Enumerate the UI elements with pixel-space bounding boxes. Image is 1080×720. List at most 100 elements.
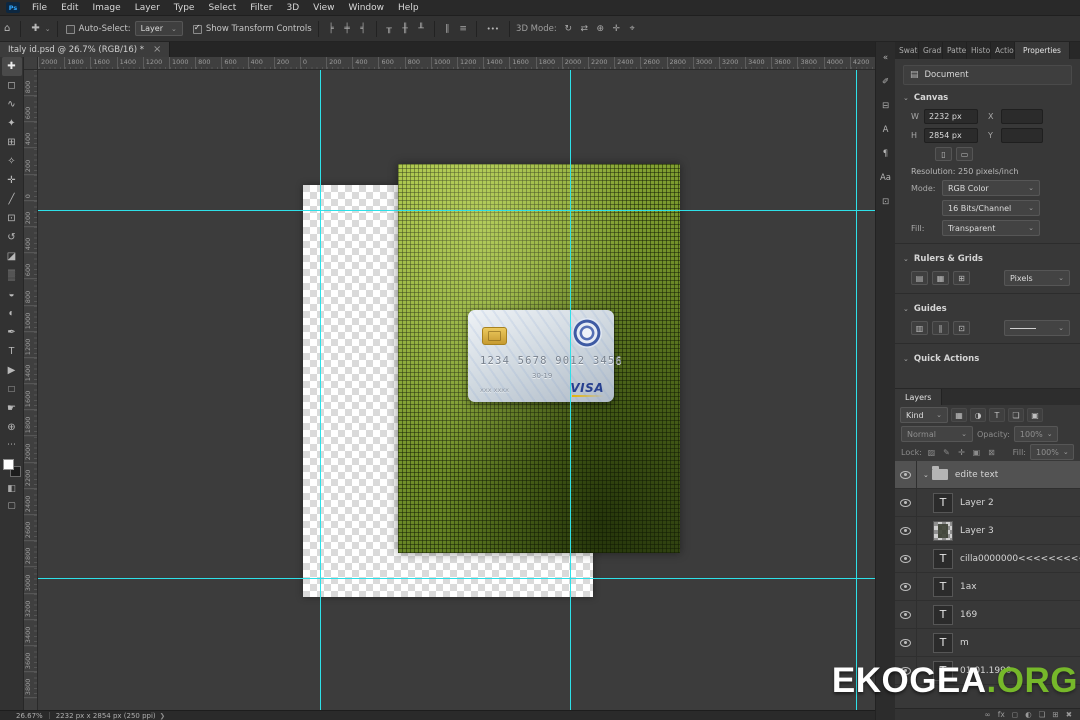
align-icon[interactable]: ╪ xyxy=(341,24,354,34)
y-field[interactable] xyxy=(1001,128,1043,143)
visibility-toggle[interactable] xyxy=(895,545,917,572)
character-panel-icon[interactable]: A xyxy=(877,122,895,138)
crop-tool[interactable]: ⊞ xyxy=(2,133,22,152)
move-tool[interactable]: ✚ xyxy=(1,57,22,76)
panel-tab[interactable]: Swatc xyxy=(895,42,919,59)
foreground-color-swatch[interactable] xyxy=(2,459,14,470)
home-icon[interactable]: ⌂ xyxy=(0,23,14,34)
brush-settings-icon[interactable]: ✐ xyxy=(877,74,895,90)
auto-select-dropdown[interactable]: Layer xyxy=(134,21,183,36)
swatches-panel-icon[interactable]: ⊟ xyxy=(877,98,895,114)
horizontal-guide[interactable] xyxy=(38,578,875,579)
document-tab[interactable]: Italy id.psd @ 26.7% (RGB/16) * × xyxy=(0,42,171,57)
layer-row[interactable]: 169 xyxy=(895,601,1080,629)
edit-toolbar-icon[interactable]: ⋯ xyxy=(7,440,16,450)
layer-filter-icon[interactable]: ◑ xyxy=(970,408,986,422)
quick-mask-icon[interactable]: ◧ xyxy=(7,484,16,494)
panel-tab[interactable]: Patte xyxy=(943,42,967,59)
eyedropper-tool[interactable]: ✧ xyxy=(2,152,22,171)
x-field[interactable] xyxy=(1001,109,1043,124)
close-icon[interactable]: × xyxy=(153,44,161,55)
3d-mode-icon[interactable]: ⊕ xyxy=(594,24,607,34)
guide-toggle-icon[interactable]: ⊡ xyxy=(953,321,970,335)
layer-filter-icon[interactable]: ▦ xyxy=(951,408,967,422)
color-mode-dropdown[interactable]: RGB Color xyxy=(942,180,1040,196)
auto-select-checkbox[interactable] xyxy=(65,25,75,34)
orientation-icon[interactable]: ▯ xyxy=(935,147,952,161)
menu-item[interactable]: Edit xyxy=(54,3,85,13)
horizontal-guide[interactable] xyxy=(38,210,875,211)
opacity-field[interactable]: 100% xyxy=(1013,426,1058,442)
menu-item[interactable]: File xyxy=(25,3,54,13)
shape-tool[interactable]: □ xyxy=(2,380,22,399)
horizontal-ruler[interactable]: 2000 1800 1600 1400 1200 1000 800 600 400 200 0 200… xyxy=(38,57,875,70)
kind-filter-dropdown[interactable]: Kind xyxy=(900,407,948,423)
lock-icon[interactable]: ✎ xyxy=(941,448,952,457)
panel-tab[interactable]: Gradi xyxy=(919,42,943,59)
document-selector[interactable]: ▤ Document xyxy=(903,65,1072,85)
ruler-grid-toggle-icon[interactable]: ▤ xyxy=(911,271,928,285)
distribute-icon[interactable]: ∥ xyxy=(441,24,454,34)
show-transform-checkbox[interactable] xyxy=(192,23,202,34)
visibility-toggle[interactable] xyxy=(895,517,917,544)
marquee-tool[interactable]: ◻ xyxy=(2,76,22,95)
delete-layer-icon[interactable]: ✖ xyxy=(1066,710,1072,720)
brush-tool[interactable]: ╱ xyxy=(2,190,22,209)
layer-mask-icon[interactable]: ◻ xyxy=(1012,710,1018,720)
pen-tool[interactable]: ✒ xyxy=(2,323,22,342)
bit-depth-dropdown[interactable]: 16 Bits/Channel xyxy=(942,200,1040,216)
paragraph-panel-icon[interactable]: ¶ xyxy=(877,146,895,162)
visibility-toggle[interactable] xyxy=(895,601,917,628)
layer-effects-icon[interactable]: fx xyxy=(998,710,1005,720)
dodge-tool[interactable]: ◐ xyxy=(2,304,22,323)
menu-item[interactable]: Window xyxy=(342,3,392,13)
color-swatches[interactable] xyxy=(2,459,21,477)
align-icon[interactable]: ╥ xyxy=(383,24,396,34)
visibility-toggle[interactable] xyxy=(895,629,917,656)
3d-mode-icon[interactable]: ⇄ xyxy=(578,24,591,34)
align-icon[interactable]: ╞ xyxy=(325,24,338,34)
canvas-viewport[interactable]: 1234 5678 9012 3456 30-19 xxx xxxx VISA xyxy=(38,70,875,710)
zoom-tool[interactable]: ⊕ xyxy=(2,418,22,437)
align-icon[interactable]: ╡ xyxy=(357,24,370,34)
layer-row[interactable]: cilla0000000<<<<<<<<<0 d xyxy=(895,545,1080,573)
history-brush-tool[interactable]: ↺ xyxy=(2,228,22,247)
canvas-fill-dropdown[interactable]: Transparent xyxy=(942,220,1040,236)
fill-field[interactable]: 100% xyxy=(1030,444,1074,460)
move-tool-preset-icon[interactable]: ✚ xyxy=(27,23,43,34)
layer-row[interactable]: 1ax xyxy=(895,573,1080,601)
layer-row[interactable]: Layer 2 xyxy=(895,489,1080,517)
rulers-grids-section-header[interactable]: ⌄ Rulers & Grids xyxy=(895,249,1080,268)
guide-toggle-icon[interactable]: ∥ xyxy=(932,321,949,335)
photoshop-app-icon[interactable]: Ps xyxy=(6,2,20,13)
layer-row[interactable]: Layer 3 xyxy=(895,517,1080,545)
layer-filter-icon[interactable]: ❏ xyxy=(1008,408,1024,422)
ruler-origin-corner[interactable] xyxy=(24,57,38,70)
link-layers-icon[interactable]: ∞ xyxy=(985,710,991,720)
blend-mode-dropdown[interactable]: Normal xyxy=(901,426,973,442)
menu-item[interactable]: Select xyxy=(201,3,243,13)
glyphs-panel-icon[interactable]: Aa xyxy=(877,170,895,186)
gradient-tool[interactable]: ▒ xyxy=(2,266,22,285)
vertical-guide[interactable] xyxy=(320,70,321,710)
vertical-guide[interactable] xyxy=(856,70,857,710)
lock-icon[interactable]: ▣ xyxy=(971,448,982,457)
expand-caret-icon[interactable]: ⌄ xyxy=(923,471,929,479)
lock-icon[interactable]: ✛ xyxy=(956,448,967,457)
screen-mode-icon[interactable]: ▢ xyxy=(7,501,16,511)
ruler-grid-toggle-icon[interactable]: ⊞ xyxy=(953,271,970,285)
tab-layers[interactable]: Layers xyxy=(895,389,943,405)
visibility-toggle[interactable] xyxy=(895,573,917,600)
lasso-tool[interactable]: ∿ xyxy=(2,95,22,114)
tab-properties[interactable]: Properties xyxy=(1015,42,1070,59)
menu-item[interactable]: Filter xyxy=(243,3,279,13)
clone-stamp-tool[interactable]: ⊡ xyxy=(2,209,22,228)
lock-icon[interactable]: ⊠ xyxy=(986,448,997,457)
menu-item[interactable]: Type xyxy=(167,3,202,13)
visibility-toggle[interactable] xyxy=(895,461,917,488)
align-icon[interactable]: ╨ xyxy=(415,24,428,34)
orientation-icon[interactable]: ▭ xyxy=(956,147,973,161)
menu-item[interactable]: Help xyxy=(391,3,426,13)
3d-mode-icon[interactable]: ⌖ xyxy=(626,24,639,34)
vertical-guide[interactable] xyxy=(570,70,571,710)
